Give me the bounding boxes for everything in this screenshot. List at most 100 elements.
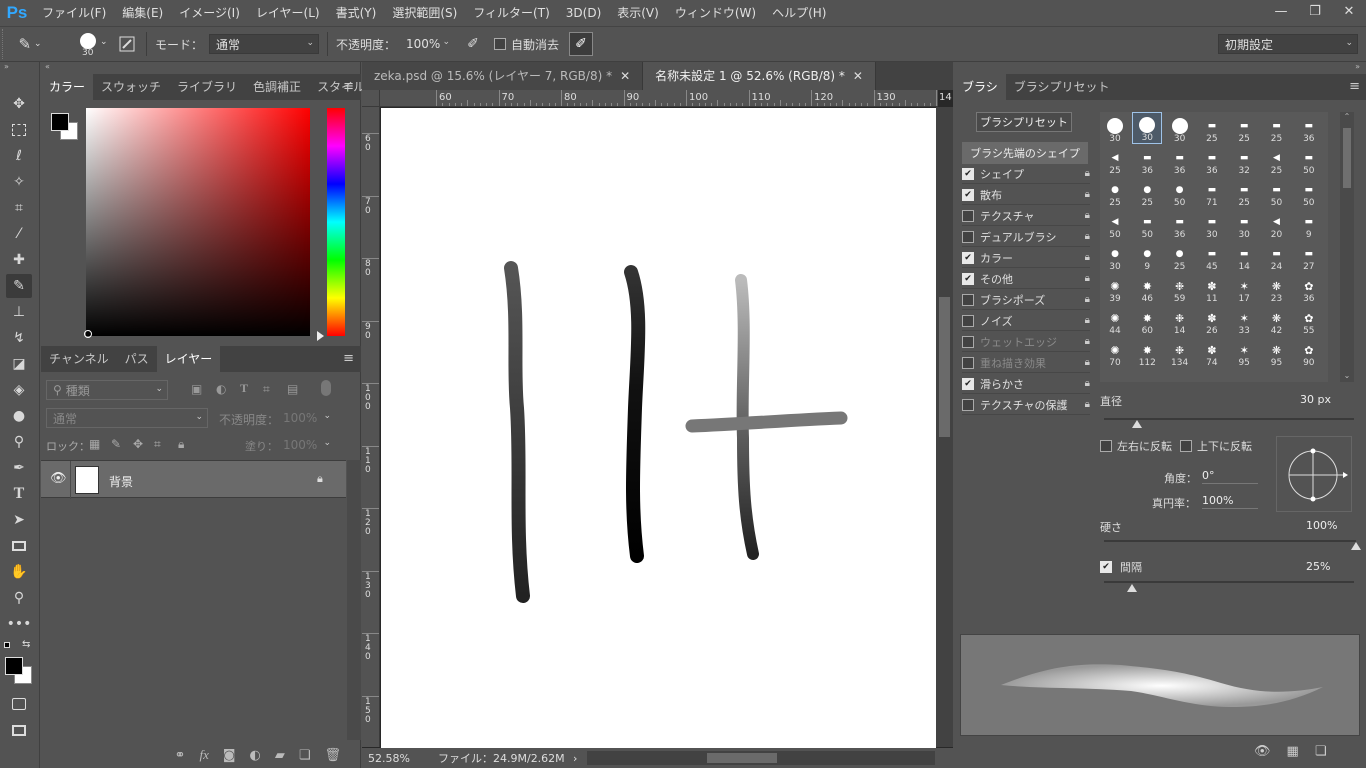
brush-option-row[interactable]: ブラシポーズ 🔒︎ [962,290,1090,310]
group-icon[interactable]: ▰ [275,748,285,763]
lock-icon[interactable]: 🔒︎ [1085,189,1090,200]
vertical-scrollbar[interactable] [936,107,953,747]
path-select-tool-icon[interactable]: ➤ [6,508,32,532]
brush-tip-item[interactable]: ✽ 74 [1197,336,1227,369]
brush-option-row[interactable]: デュアルブラシ 🔒︎ [962,227,1090,247]
panel-menu-icon[interactable]: ≡ [343,79,354,94]
lock-icon[interactable]: 🔒︎ [1085,315,1090,326]
checkbox-icon[interactable] [962,398,974,411]
horizontal-scrollbar[interactable] [587,751,935,765]
flip-y-checkbox[interactable]: 上下に反転 [1180,438,1252,454]
healing-brush-tool-icon[interactable]: ✚ [6,248,32,272]
spacing-slider[interactable] [1104,581,1354,583]
brush-tip-item[interactable]: ✶ 95 [1229,336,1259,369]
chevron-up-icon[interactable]: ⌃ [1340,112,1354,121]
lock-position-icon[interactable]: ✥ [133,437,143,451]
layer-filter-select[interactable]: ⚲ 種類 ⌄ [46,380,168,400]
auto-erase-checkbox[interactable]: 自動消去 [494,36,559,53]
hardness-slider[interactable] [1104,540,1356,542]
hscroll-thumb[interactable] [707,753,777,763]
brush-tip-item[interactable]: ▬ 9 [1294,208,1324,240]
crop-tool-icon[interactable]: ⌗ [6,196,32,220]
checkbox-icon[interactable]: ✔ [962,167,974,180]
marquee-tool-icon[interactable] [6,118,32,142]
hand-tool-icon[interactable]: ✋ [6,560,32,584]
lock-icon[interactable]: 🔒︎ [1085,273,1090,284]
workspace-select[interactable]: 初期設定 ⌄ [1218,34,1358,54]
brush-tip-item[interactable]: ✶ 33 [1229,304,1259,337]
layers-scrollbar[interactable] [347,460,361,740]
lock-icon[interactable]: 🔒︎ [1085,252,1090,263]
brush-tip-item[interactable]: ❉ 59 [1165,272,1195,305]
tip-shape-header[interactable]: ブラシ先端のシェイプ [962,142,1088,164]
menu-item-2[interactable]: イメージ(I) [171,0,248,26]
brush-tip-item[interactable]: ✸ 46 [1132,272,1162,305]
brush-tip-item[interactable]: ✺ 39 [1100,272,1130,305]
new-layer-icon[interactable]: ❏ [299,748,311,763]
eraser-tool-icon[interactable]: ◪ [6,352,32,376]
menu-item-5[interactable]: 選択範囲(S) [384,0,465,26]
blur-tool-icon[interactable]: ● [6,404,32,428]
foreground-color-swatch[interactable] [5,657,23,675]
menu-item-10[interactable]: ヘルプ(H) [764,0,834,26]
brush-tip-item[interactable]: 30 [1100,112,1130,144]
canvas[interactable] [381,108,936,748]
brush-tip-item[interactable]: ✿ 90 [1294,336,1324,369]
diameter-value[interactable]: 30 px [1300,393,1331,406]
menu-item-3[interactable]: レイヤー(L) [248,0,328,26]
brush-tip-item[interactable]: ✺ 70 [1100,336,1130,369]
brush-tip-item[interactable]: ▬ 36 [1294,112,1324,144]
brush-option-row[interactable]: ✔ 散布 🔒︎ [962,185,1090,205]
checkbox-icon[interactable]: ✔ [962,251,974,264]
menu-item-7[interactable]: 3D(D) [558,0,609,26]
brush-tip-item[interactable]: ▬ 36 [1197,144,1227,176]
minimize-button[interactable]: — [1264,0,1298,22]
filter-smart-object-icon[interactable]: ▤ [287,382,298,396]
pen-tool-icon[interactable]: ✒ [6,456,32,480]
checkbox-icon[interactable] [962,230,974,243]
lock-artboard-icon[interactable]: ⌗ [154,437,161,452]
checkbox-icon[interactable]: ✔ [962,377,974,390]
brush-option-row[interactable]: テクスチャの保護 🔒︎ [962,395,1090,415]
tab-layer_tabs-2[interactable]: レイヤー [156,346,221,372]
brush-option-row[interactable]: ✔ その他 🔒︎ [962,269,1090,289]
menu-item-9[interactable]: ウィンドウ(W) [667,0,764,26]
brush-tip-item[interactable]: ✺ 44 [1100,304,1130,337]
mask-icon[interactable]: ◙ [223,748,236,763]
tab-tabs-1[interactable]: ブラシプリセット [1006,74,1118,100]
type-tool-icon[interactable]: T [6,482,32,506]
lock-pixels-icon[interactable]: ✎ [111,437,121,451]
tab-color_tabs-2[interactable]: ライブラリ [169,74,245,100]
grid-view-icon[interactable]: ▦ [1287,744,1299,759]
chevron-right-icon[interactable]: › [573,752,587,765]
brush-tip-item[interactable]: ✽ 26 [1197,304,1227,337]
zoom-tool-icon[interactable]: ⚲ [6,586,32,610]
brush-tip-item[interactable]: ▬ 24 [1262,240,1292,272]
brush-tip-item[interactable]: ▬ 50 [1262,176,1292,208]
hue-slider-handle[interactable] [317,331,324,341]
checkbox-icon[interactable] [962,293,974,306]
move-tool-icon[interactable]: ✥ [6,92,32,116]
checkbox-icon[interactable]: ✔ [962,188,974,201]
menu-item-4[interactable]: 書式(Y) [328,0,385,26]
lock-icon[interactable]: 🔒︎ [1085,231,1090,242]
color-fg-swatch[interactable] [51,113,69,131]
dodge-tool-icon[interactable]: ⚲ [6,430,32,454]
lock-icon[interactable]: 🔒︎ [1085,357,1090,368]
layer-row[interactable]: 👁︎ 背景 🔒︎ [41,460,346,499]
history-brush-tool-icon[interactable]: ↯ [6,326,32,350]
chevron-down-icon[interactable]: ⌄ [1340,371,1354,380]
brush-tip-item[interactable]: ▬ 45 [1197,240,1227,272]
lock-icon[interactable]: 🔒︎ [1085,378,1090,389]
menu-item-6[interactable]: フィルター(T) [465,0,557,26]
panel-collapse-icon[interactable]: » [4,62,9,71]
hue-slider[interactable] [327,108,345,336]
stamp-tool-icon[interactable]: ⊥ [6,300,32,324]
filter-type-icon[interactable]: T [240,381,248,396]
tab-tabs-0[interactable]: ブラシ [954,74,1006,100]
filter-adjustment-icon[interactable]: ◐ [216,382,226,396]
brush-tip-item[interactable]: ● 9 [1132,240,1162,272]
tab-color_tabs-3[interactable]: 色調補正 [245,74,309,100]
filter-toggle[interactable] [321,380,331,396]
brush-tool-icon[interactable]: ✎ [6,274,32,298]
